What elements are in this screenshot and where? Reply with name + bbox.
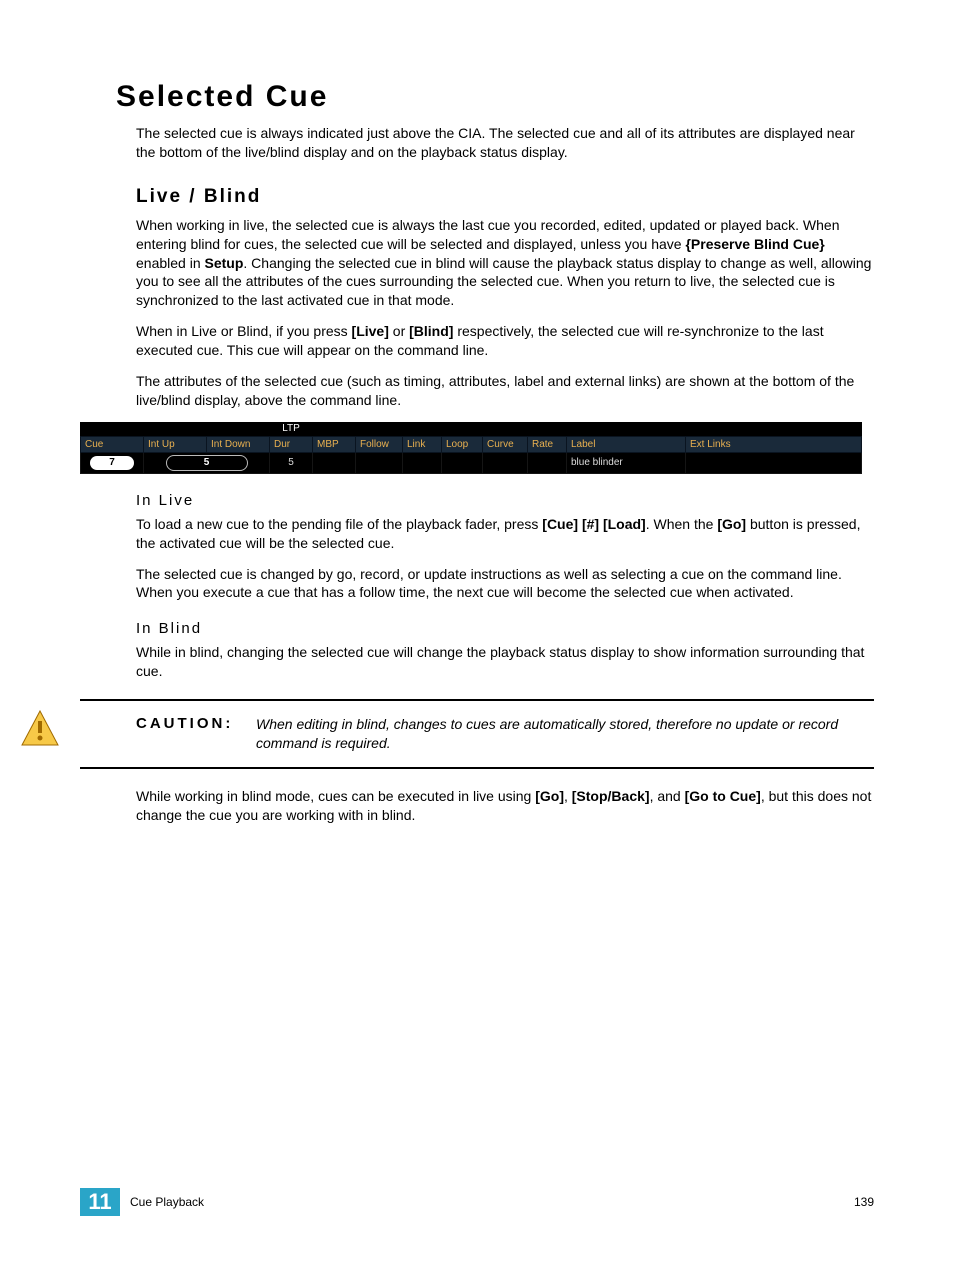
cell-dur: 5 [270,452,313,473]
cell-label: blue blinder [567,452,686,473]
col-int-down: Int Down [207,436,270,452]
caution-label: CAUTION: [136,715,256,753]
in-live-p2: The selected cue is changed by go, recor… [136,565,874,603]
cell-loop [442,452,483,473]
text: While working in blind mode, cues can be… [136,788,535,804]
page: Selected Cue The selected cue is always … [0,0,954,1272]
text: , and [650,788,685,804]
col-ext-links: Ext Links [686,436,862,452]
after-caution-p: While working in blind mode, cues can be… [136,787,874,825]
text: To load a new cue to the pending file of… [136,516,542,532]
key-go-to-cue: [Go to Cue] [685,788,761,804]
cell-int: 5 [144,452,270,473]
subsection-in-live: In Live [136,492,874,509]
key-cue-load: [Cue] [#] [Load] [542,516,645,532]
key-go: [Go] [717,516,746,532]
cue-bar-data-row: 7 5 5 blue blinder [81,452,862,473]
key-stop-back: [Stop/Back] [572,788,650,804]
caution-block: CAUTION: When editing in blind, changes … [80,699,874,769]
content-area: The selected cue is always indicated jus… [136,124,874,825]
text: , [564,788,572,804]
live-blind-p2: When in Live or Blind, if you press [Liv… [136,322,874,360]
ltp-row: LTP [81,422,862,437]
text: When in Live or Blind, if you press [136,323,352,339]
subsection-in-blind: In Blind [136,620,874,637]
page-number: 139 [854,1195,874,1209]
warning-triangle-icon [20,709,60,749]
cell-cue: 7 [81,452,144,473]
preserve-blind-cue: {Preserve Blind Cue} [685,236,824,252]
cell-mbp [313,452,356,473]
col-link: Link [403,436,442,452]
col-follow: Follow [356,436,403,452]
caution-text: When editing in blind, changes to cues a… [256,715,874,753]
page-heading: Selected Cue [116,80,874,114]
cell-curve [483,452,528,473]
key-go-2: [Go] [535,788,564,804]
text: enabled in [136,255,205,271]
col-curve: Curve [483,436,528,452]
cue-bar-table: LTP Cue Int Up Int Down Dur MBP Follow L… [80,422,862,474]
setup-word: Setup [205,255,244,271]
int-pill: 5 [166,455,248,471]
col-loop: Loop [442,436,483,452]
text: or [389,323,409,339]
col-label: Label [567,436,686,452]
live-blind-p3: The attributes of the selected cue (such… [136,372,874,410]
col-cue: Cue [81,436,144,452]
cell-ext [686,452,862,473]
cell-rate [528,452,567,473]
cue-number-pill: 7 [90,456,134,470]
text: . Changing the selected cue in blind wil… [136,255,871,309]
in-blind-p1: While in blind, changing the selected cu… [136,643,874,681]
ltp-label: LTP [270,422,313,437]
text: . When the [646,516,718,532]
footer-chapter-title: Cue Playback [130,1195,854,1209]
cue-attribute-bar: LTP Cue Int Up Int Down Dur MBP Follow L… [80,422,862,474]
key-blind: [Blind] [409,323,453,339]
col-rate: Rate [528,436,567,452]
cell-follow [356,452,403,473]
section-heading-live-blind: Live / Blind [136,186,874,208]
col-int-up: Int Up [144,436,207,452]
intro-paragraph: The selected cue is always indicated jus… [136,124,874,162]
key-live: [Live] [352,323,389,339]
in-live-p1: To load a new cue to the pending file of… [136,515,874,553]
col-mbp: MBP [313,436,356,452]
page-footer: 11 Cue Playback 139 [80,1188,874,1216]
cue-bar-header-row: Cue Int Up Int Down Dur MBP Follow Link … [81,436,862,452]
cell-link [403,452,442,473]
col-dur: Dur [270,436,313,452]
chapter-number-badge: 11 [80,1188,120,1216]
live-blind-p1: When working in live, the selected cue i… [136,216,874,310]
